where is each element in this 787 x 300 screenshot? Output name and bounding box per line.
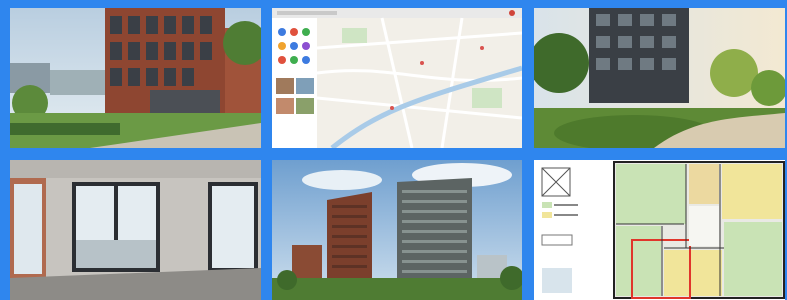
gallery-tile-residential-towers[interactable] [272,160,522,300]
garden-courtyard-image [534,8,785,148]
gallery-tile-floor-plan[interactable] [534,160,785,300]
gallery-tile-empty-interior[interactable] [10,160,261,300]
courtyard-exterior-image [10,8,261,148]
gallery-tile-courtyard-exterior[interactable] [10,8,261,148]
map-screenshot-image [272,8,522,148]
residential-towers-image [272,160,522,300]
floor-plan-image [534,160,785,300]
empty-interior-image [10,160,261,300]
gallery-tile-garden-courtyard[interactable] [534,8,785,148]
gallery-tile-map-screenshot[interactable] [272,8,522,148]
